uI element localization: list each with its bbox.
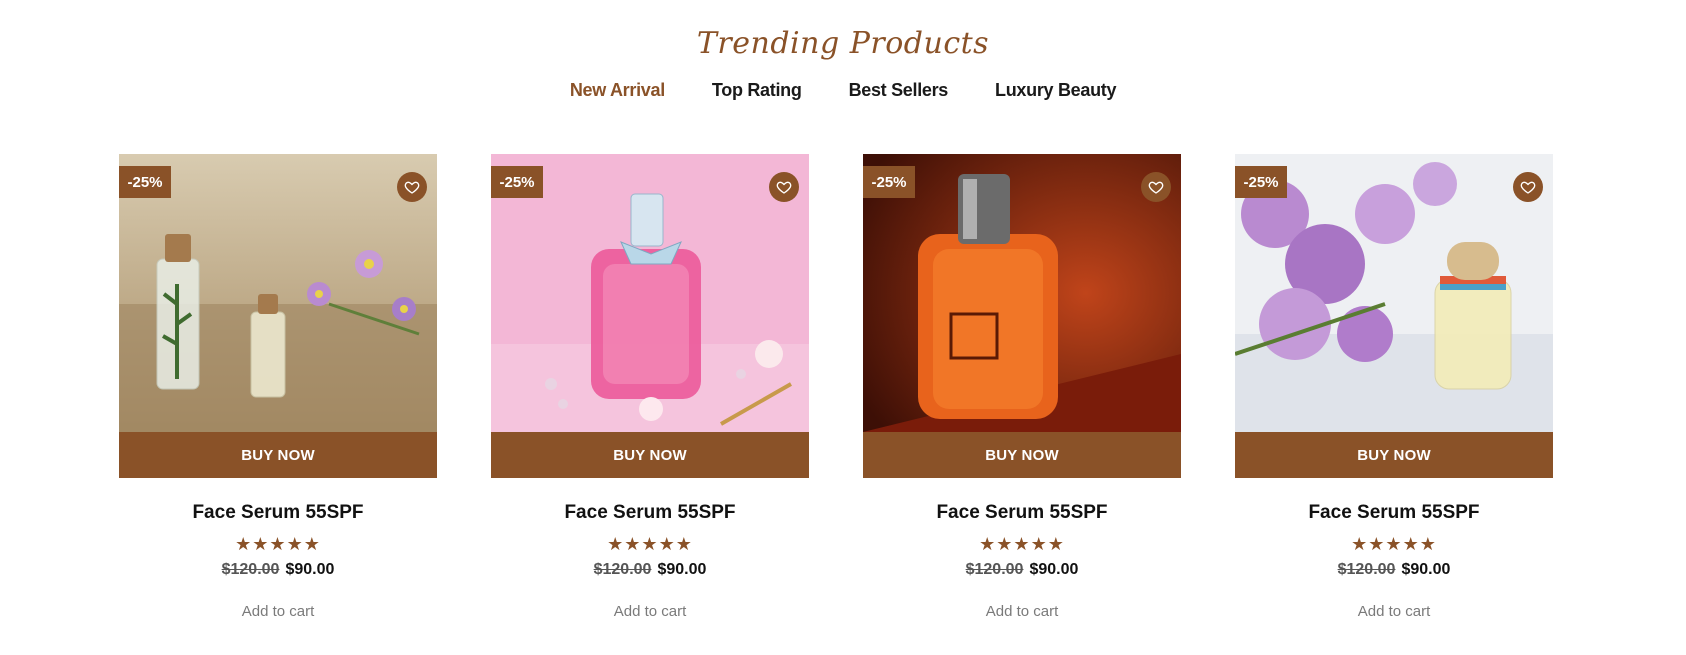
heart-icon — [1520, 181, 1536, 194]
add-to-cart-button[interactable]: Add to cart — [863, 603, 1181, 620]
star-rating: ★★★★★ — [235, 534, 321, 554]
old-price: $120.00 — [965, 561, 1024, 578]
wishlist-button[interactable] — [1513, 172, 1543, 202]
heart-icon — [776, 181, 792, 194]
wishlist-button[interactable] — [769, 172, 799, 202]
product-card: -25% BUY NOW Face Serum 55SPF ★★★★★ $120… — [863, 154, 1181, 620]
old-price: $120.00 — [221, 561, 280, 578]
product-price: $120.00 $90.00 — [491, 561, 809, 579]
discount-badge: -25% — [1235, 166, 1287, 198]
product-name[interactable]: Face Serum 55SPF — [863, 502, 1181, 524]
product-price: $120.00 $90.00 — [863, 561, 1181, 579]
heart-icon — [1148, 181, 1164, 194]
product-image[interactable]: -25% — [119, 154, 437, 432]
heart-icon — [404, 181, 420, 194]
product-image[interactable]: -25% — [491, 154, 809, 432]
sale-price: $90.00 — [1401, 561, 1451, 578]
sale-price: $90.00 — [285, 561, 335, 578]
wishlist-button[interactable] — [397, 172, 427, 202]
product-price: $120.00 $90.00 — [119, 561, 437, 579]
sale-price: $90.00 — [657, 561, 707, 578]
discount-badge: -25% — [491, 166, 543, 198]
old-price: $120.00 — [1337, 561, 1396, 578]
buy-now-button[interactable]: BUY NOW — [863, 432, 1181, 478]
product-image[interactable]: -25% — [863, 154, 1181, 432]
product-card: -25% BUY NOW Face Serum 55SPF ★★★★★ $120… — [491, 154, 809, 620]
buy-now-button[interactable]: BUY NOW — [1235, 432, 1553, 478]
product-image[interactable]: -25% — [1235, 154, 1553, 432]
tab-best-sellers[interactable]: Best Sellers — [849, 80, 949, 101]
add-to-cart-button[interactable]: Add to cart — [491, 603, 809, 620]
product-card: -25% BUY NOW Face Serum 55SPF ★★★★★ $120… — [119, 154, 437, 620]
product-name[interactable]: Face Serum 55SPF — [491, 502, 809, 524]
add-to-cart-button[interactable]: Add to cart — [119, 603, 437, 620]
product-tabs: New Arrival Top Rating Best Sellers Luxu… — [0, 80, 1686, 101]
tab-luxury-beauty[interactable]: Luxury Beauty — [995, 80, 1116, 101]
old-price: $120.00 — [593, 561, 652, 578]
product-name[interactable]: Face Serum 55SPF — [1235, 502, 1553, 524]
tab-new-arrival[interactable]: New Arrival — [570, 80, 665, 101]
star-rating: ★★★★★ — [979, 534, 1065, 554]
discount-badge: -25% — [863, 166, 915, 198]
sale-price: $90.00 — [1029, 561, 1079, 578]
buy-now-button[interactable]: BUY NOW — [119, 432, 437, 478]
section-title: Trending Products — [696, 26, 990, 61]
wishlist-button[interactable] — [1141, 172, 1171, 202]
buy-now-button[interactable]: BUY NOW — [491, 432, 809, 478]
tab-top-rating[interactable]: Top Rating — [712, 80, 802, 101]
star-rating: ★★★★★ — [607, 534, 693, 554]
product-name[interactable]: Face Serum 55SPF — [119, 502, 437, 524]
product-card: -25% BUY NOW Face Serum 55SPF ★★★★★ $120… — [1235, 154, 1553, 620]
discount-badge: -25% — [119, 166, 171, 198]
product-price: $120.00 $90.00 — [1235, 561, 1553, 579]
star-rating: ★★★★★ — [1351, 534, 1437, 554]
add-to-cart-button[interactable]: Add to cart — [1235, 603, 1553, 620]
